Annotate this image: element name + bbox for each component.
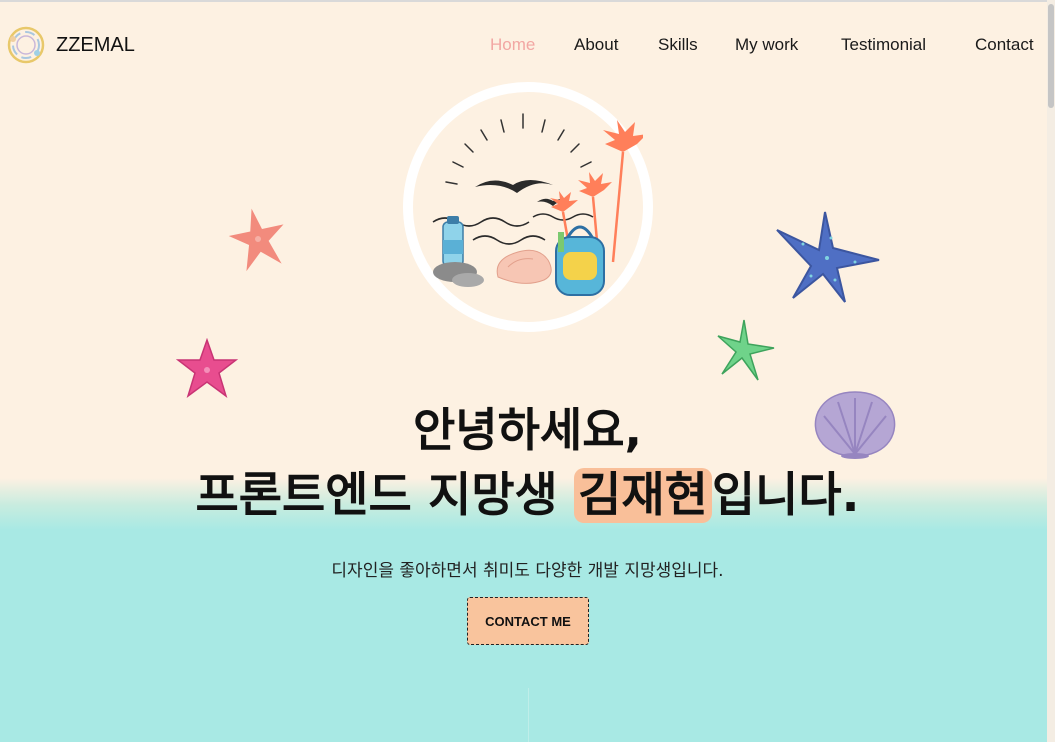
- nav-item-home[interactable]: Home: [490, 35, 535, 55]
- nav-item-testimonial[interactable]: Testimonial: [841, 35, 926, 55]
- window-top-border: [0, 0, 1055, 2]
- hero-name-highlight: 김재현: [574, 468, 712, 523]
- nav-item-contact[interactable]: Contact: [975, 35, 1034, 55]
- contact-me-button[interactable]: CONTACT ME: [467, 597, 589, 645]
- hero-intro-suffix: 입니다.: [711, 468, 860, 523]
- page-scrollbar[interactable]: [1047, 0, 1055, 742]
- blue-starfish-icon: [776, 211, 880, 303]
- hero-intro-prefix: 프론트엔드 지망생: [195, 468, 575, 523]
- coral-starfish-icon: [228, 208, 284, 272]
- scrollbar-thumb[interactable]: [1048, 4, 1054, 108]
- hero-greeting: 안녕하세요,: [412, 403, 643, 457]
- main-nav: Home About Skills My work Testimonial Co…: [0, 35, 1055, 59]
- divider: [528, 688, 529, 742]
- nav-item-my-work[interactable]: My work: [735, 35, 798, 55]
- hero-intro: 프론트엔드 지망생 김재현입니다.: [0, 464, 1055, 528]
- nav-item-about[interactable]: About: [574, 35, 618, 55]
- hero-illustration-frame: [403, 82, 653, 332]
- pink-starfish-icon: [176, 338, 238, 398]
- nav-item-skills[interactable]: Skills: [658, 35, 698, 55]
- beach-travel-illustration: [413, 92, 643, 322]
- green-starfish-icon: [717, 319, 775, 381]
- hero-subtitle: 디자인을 좋아하면서 취미도 다양한 개발 지망생입니다.: [331, 561, 724, 581]
